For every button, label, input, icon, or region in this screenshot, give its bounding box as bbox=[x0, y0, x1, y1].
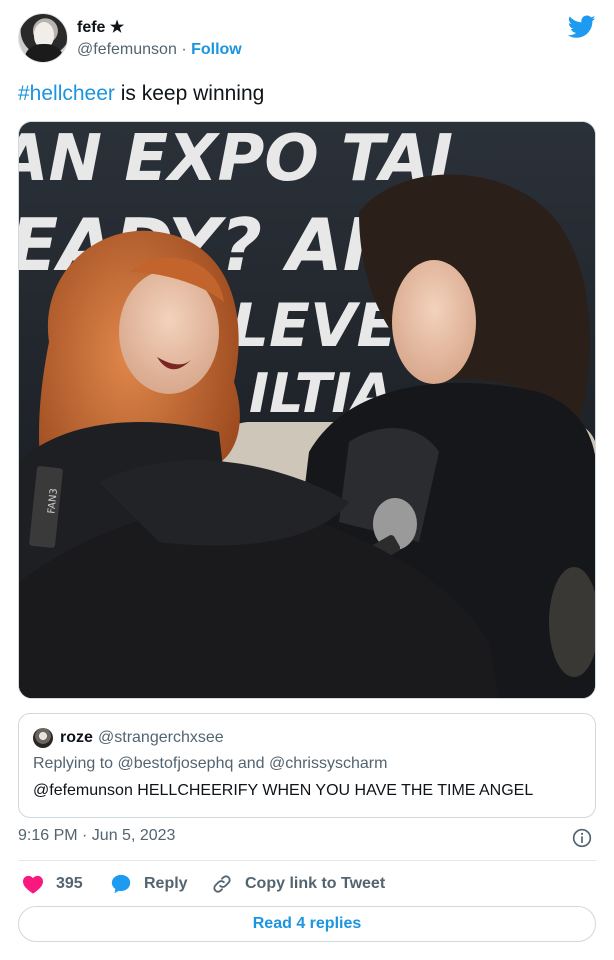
author-avatar[interactable] bbox=[18, 13, 68, 63]
embedded-tweet: fefe ★ @fefemunson · Follow #hellcheer i… bbox=[0, 0, 614, 960]
hashtag-link[interactable]: #hellcheer bbox=[18, 82, 115, 105]
quoted-author-name[interactable]: roze bbox=[60, 729, 93, 747]
like-count: 395 bbox=[56, 875, 83, 892]
reply-label: Reply bbox=[144, 875, 188, 892]
handle-separator: · bbox=[181, 41, 187, 58]
copy-link-label: Copy link to Tweet bbox=[245, 875, 386, 892]
reply-bubble-icon bbox=[111, 874, 131, 894]
follow-link[interactable]: Follow bbox=[191, 41, 242, 58]
author-handle-row: @fefemunson · Follow bbox=[77, 41, 242, 59]
copy-link-button[interactable]: Copy link to Tweet bbox=[211, 872, 385, 896]
tweet-actions: 395 Reply Copy link to Tweet bbox=[18, 872, 596, 896]
photo-illustration: AN EXPO TAI EADY? AR T LEVE ILTIA FAN3 bbox=[19, 122, 595, 698]
reply-button[interactable]: Reply bbox=[110, 872, 188, 896]
tweet-photo[interactable]: AN EXPO TAI EADY? AR T LEVE ILTIA FAN3 bbox=[18, 121, 596, 699]
banner-line-1: AN EXPO TAI bbox=[19, 122, 453, 196]
actions-divider bbox=[18, 860, 596, 861]
author-display-name[interactable]: fefe ★ bbox=[77, 17, 124, 37]
quoted-replying-to: Replying to @bestofjosephq and @chrissys… bbox=[33, 755, 388, 772]
author-handle[interactable]: @fefemunson bbox=[77, 41, 177, 58]
twitter-bird-icon[interactable] bbox=[568, 15, 596, 39]
tweet-text: #hellcheer is keep winning bbox=[18, 82, 264, 106]
tweet-timestamp[interactable]: 9:16 PM · Jun 5, 2023 bbox=[18, 827, 175, 845]
quoted-author-handle[interactable]: @strangerchxsee bbox=[98, 729, 224, 747]
info-icon[interactable] bbox=[572, 828, 592, 848]
read-replies-button[interactable]: Read 4 replies bbox=[18, 906, 596, 942]
quoted-author-avatar[interactable] bbox=[33, 728, 53, 748]
like-button[interactable]: 395 bbox=[22, 872, 83, 896]
tweet-text-body: is keep winning bbox=[114, 82, 265, 105]
quoted-tweet-text: @fefemunson HELLCHEERIFY WHEN YOU HAVE T… bbox=[33, 782, 534, 799]
link-icon bbox=[213, 875, 231, 893]
quoted-tweet[interactable]: roze @strangerchxsee Replying to @bestof… bbox=[18, 713, 596, 818]
heart-icon bbox=[23, 875, 43, 894]
